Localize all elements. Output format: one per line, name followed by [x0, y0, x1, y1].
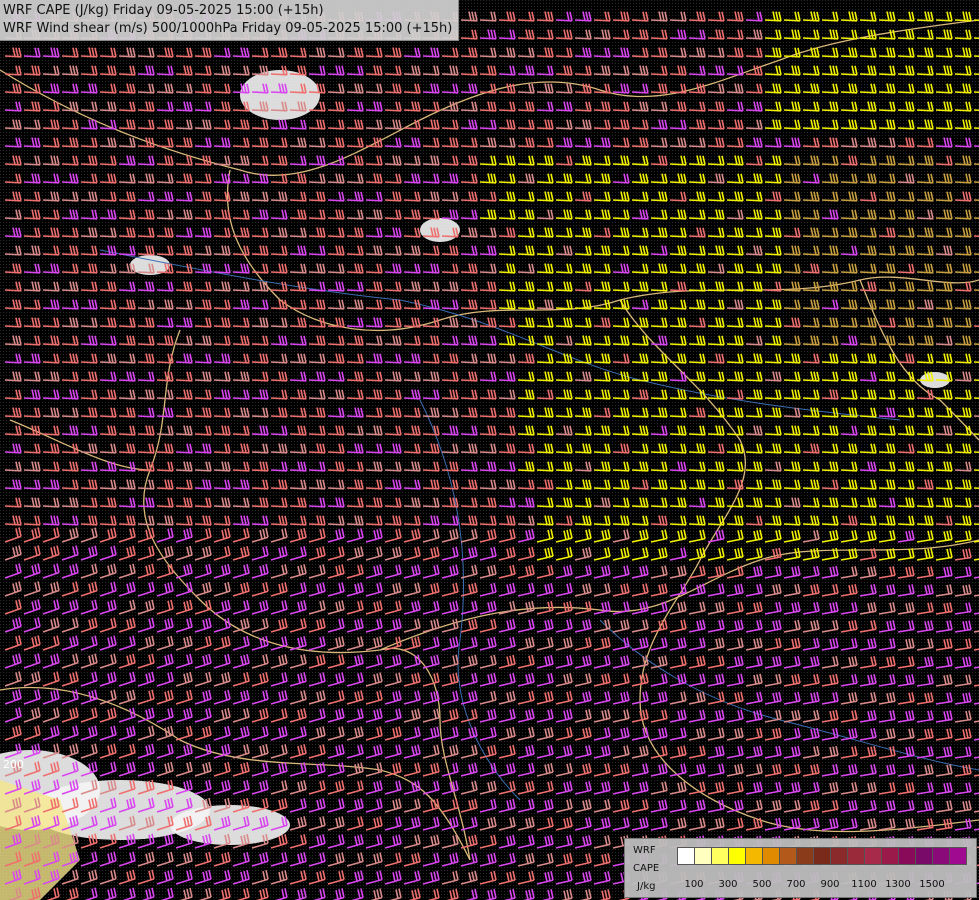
legend-swatch	[677, 847, 695, 865]
legend-tick: 900	[820, 879, 840, 890]
weather-map: 200	[0, 0, 979, 900]
legend-swatch	[711, 847, 729, 865]
legend-tick: 500	[752, 879, 772, 890]
cape-legend: WRF CAPE J/kg 100 300 500 700 900 1100 1300 150…	[624, 838, 977, 898]
legend-swatch	[830, 847, 848, 865]
legend-swatch	[915, 847, 933, 865]
legend-tick: 700	[786, 879, 806, 890]
legend-swatch	[813, 847, 831, 865]
legend-model: WRF	[633, 845, 656, 856]
legend-swatch	[847, 847, 865, 865]
legend-field: CAPE	[633, 863, 660, 874]
legend-swatch	[745, 847, 763, 865]
legend-tick: 1100	[851, 879, 877, 890]
legend-tick: 300	[718, 879, 738, 890]
map-title-box: WRF CAPE (J/kg) Friday 09-05-2025 15:00 …	[0, 0, 460, 41]
map-background	[0, 0, 979, 900]
title-cape: WRF CAPE (J/kg) Friday 09-05-2025 15:00 …	[3, 3, 324, 18]
legend-swatch	[881, 847, 899, 865]
title-wind-shear: WRF Wind shear (m/s) 500/1000hPa Friday …	[3, 21, 453, 36]
legend-tick: 1300	[885, 879, 911, 890]
legend-unit: J/kg	[637, 881, 656, 892]
cape-low-patch	[240, 70, 320, 120]
legend-swatch	[728, 847, 746, 865]
legend-swatch	[932, 847, 950, 865]
legend-swatch	[694, 847, 712, 865]
legend-tick: 100	[684, 879, 704, 890]
legend-swatch	[949, 847, 967, 865]
legend-swatch	[898, 847, 916, 865]
cape-contour-label: 200	[3, 758, 24, 771]
legend-tick: 1500	[919, 879, 945, 890]
legend-swatch	[796, 847, 814, 865]
legend-swatch	[779, 847, 797, 865]
legend-swatch	[864, 847, 882, 865]
legend-swatch	[762, 847, 780, 865]
